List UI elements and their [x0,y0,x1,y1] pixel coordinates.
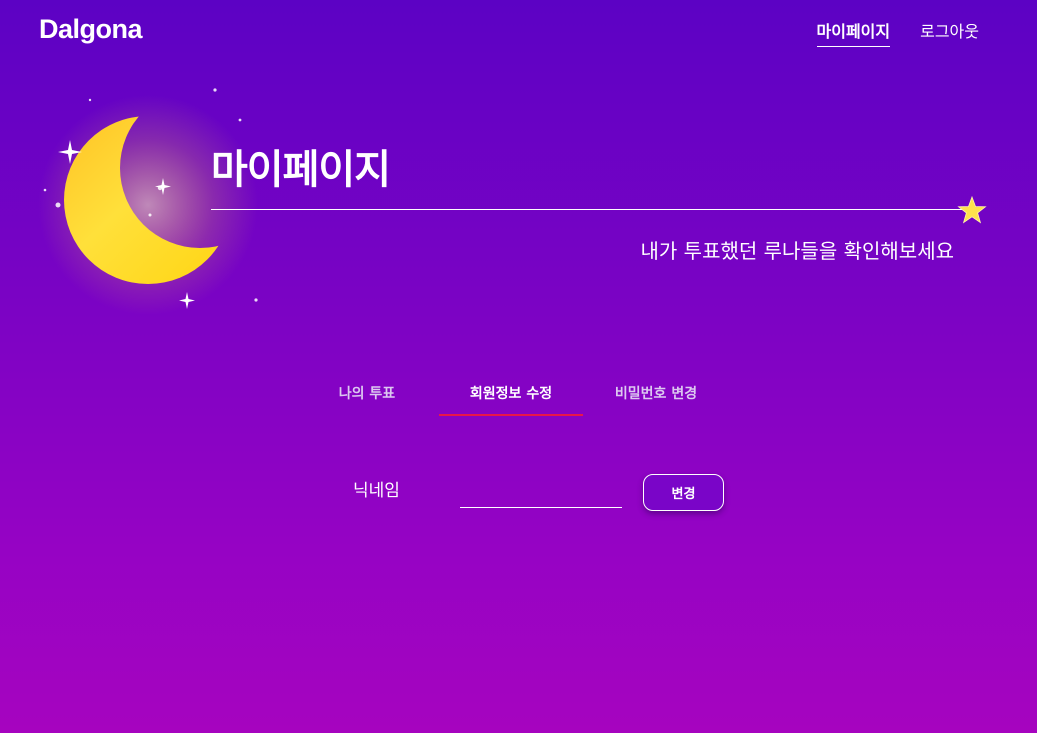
nickname-label: 닉네임 [353,481,400,501]
nav-link-mypage[interactable]: 마이페이지 [816,22,891,47]
star-icon [957,196,987,224]
mypage-tabs: 나의 투표 회원정보 수정 비밀번호 변경 [0,382,1037,416]
nickname-input[interactable] [460,480,622,508]
tab-change-password[interactable]: 비밀번호 변경 [600,382,712,414]
title-divider [211,209,968,210]
tab-my-votes[interactable]: 나의 투표 [320,382,414,414]
page-title: 마이페이지 [211,147,391,193]
tab-edit-profile[interactable]: 회원정보 수정 [439,382,583,416]
change-nickname-button[interactable]: 변경 [643,474,724,511]
top-nav: 마이페이지 로그아웃 [816,22,979,47]
nav-link-logout[interactable]: 로그아웃 [920,22,979,46]
crescent-moon-icon [30,80,280,320]
logo[interactable]: Dalgona [39,14,143,45]
page-subtitle: 내가 투표했던 루나들을 확인해보세요 [640,239,954,263]
